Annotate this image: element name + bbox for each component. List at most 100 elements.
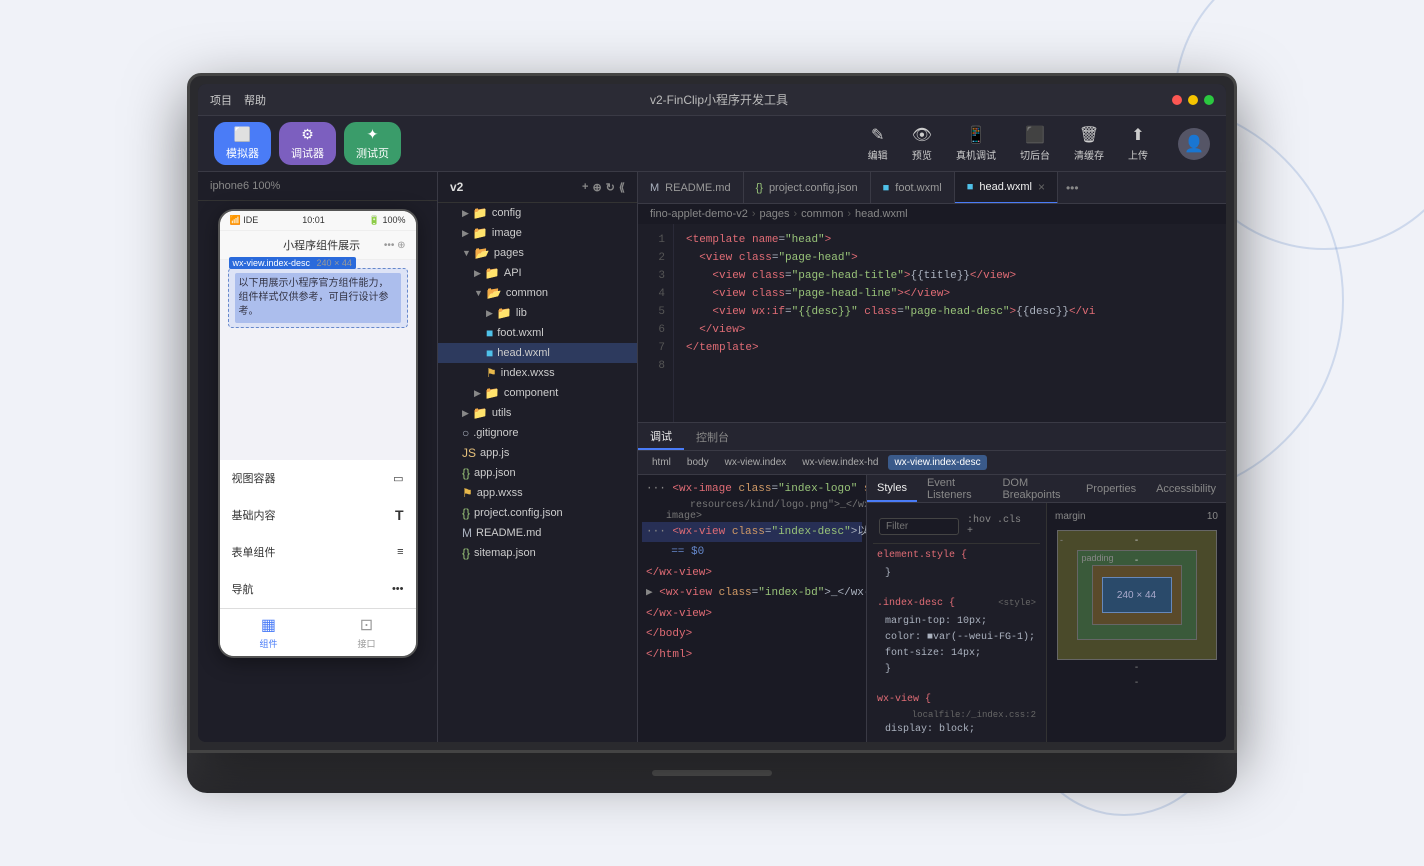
tree-item-image[interactable]: ▶ 📁 image bbox=[438, 223, 637, 243]
phone-content: wx-view.index-desc 240 × 44 以下用展示小程序官方组件… bbox=[220, 260, 416, 460]
html-tree-row-close-wx-view[interactable]: </wx-view> bbox=[642, 604, 862, 625]
list-item-1[interactable]: 基础内容 T bbox=[220, 497, 416, 533]
device-debug-label: 真机调试 bbox=[956, 147, 996, 162]
edit-icon: ✎ bbox=[871, 125, 884, 145]
html-tree-row-close-body[interactable]: </body> bbox=[642, 624, 862, 645]
phone-statusbar: 📶 IDE 10:01 🔋 100% bbox=[220, 211, 416, 231]
folder-icon: 📂 bbox=[475, 246, 490, 260]
tab-foot-wxml[interactable]: ■ foot.wxml bbox=[871, 172, 955, 204]
background-action[interactable]: ⬛ 切后台 bbox=[1010, 121, 1060, 166]
styles-tab-styles[interactable]: Styles bbox=[867, 475, 917, 502]
styles-tab-event-listeners[interactable]: Event Listeners bbox=[917, 475, 992, 502]
bottom-tab-inspector[interactable]: 调试 bbox=[638, 423, 684, 450]
upload-action[interactable]: ⬆ 上传 bbox=[1118, 121, 1158, 166]
tree-item-project-config[interactable]: {} project.config.json bbox=[438, 503, 637, 523]
tree-item-app-wxss[interactable]: ⚑ app.wxss bbox=[438, 483, 637, 503]
list-item-0[interactable]: 视图容器 ▭ bbox=[220, 460, 416, 496]
code-line-2: <view class="page-head"> bbox=[686, 250, 1214, 268]
json-file-icon: {} bbox=[462, 506, 470, 520]
tab-interface[interactable]: ⊡ 接口 bbox=[357, 615, 375, 650]
app-title: v2-FinClip小程序开发工具 bbox=[282, 91, 1156, 108]
debugger-icon: ⚙ bbox=[301, 126, 314, 143]
list-item-3[interactable]: 导航 ••• bbox=[220, 571, 416, 607]
tree-item-pages[interactable]: ▼ 📂 pages bbox=[438, 243, 637, 263]
tab-close-button[interactable]: × bbox=[1038, 180, 1045, 194]
styles-tab-accessibility[interactable]: Accessibility bbox=[1146, 475, 1226, 502]
tree-item-app-json[interactable]: {} app.json bbox=[438, 463, 637, 483]
list-item-2[interactable]: 表单组件 ≡ bbox=[220, 534, 416, 570]
clear-cache-icon: 🗑 bbox=[1079, 125, 1099, 145]
tree-item-common[interactable]: ▼ 📂 common bbox=[438, 283, 637, 303]
json-file-icon: {} bbox=[462, 466, 470, 480]
tree-item-readme[interactable]: M README.md bbox=[438, 523, 637, 543]
styles-tab-dom-breakpoints[interactable]: DOM Breakpoints bbox=[992, 475, 1076, 502]
html-tree-row-0[interactable]: ··· <wx-image class="index-logo" src="..… bbox=[642, 479, 862, 500]
minimize-button[interactable] bbox=[1188, 95, 1198, 105]
device-debug-action[interactable]: 📱 真机调试 bbox=[946, 121, 1006, 166]
el-tag-wx-view-index-desc[interactable]: wx-view.index-desc bbox=[888, 455, 986, 470]
simulator-button[interactable]: ⬜ 模拟器 bbox=[214, 122, 271, 165]
folder-icon: 📁 bbox=[485, 266, 500, 280]
app-toolbar: ⬜ 模拟器 ⚙ 调试器 ✦ 测试页 ✎ 编辑 bbox=[198, 116, 1226, 172]
simulator-icon: ⬜ bbox=[234, 126, 251, 143]
menu-item-project[interactable]: 项目 bbox=[210, 92, 232, 108]
el-tag-wx-view-index-hd[interactable]: wx-view.index-hd bbox=[796, 455, 884, 470]
bottom-tab-console[interactable]: 控制台 bbox=[684, 423, 741, 450]
tree-item-index-wxss[interactable]: ⚑ index.wxss bbox=[438, 363, 637, 383]
box-padding: 240 × 44 bbox=[1092, 565, 1182, 625]
code-line-3: <view class="page-head-title">{{title}}<… bbox=[686, 268, 1214, 286]
tree-item-component[interactable]: ▶ 📁 component bbox=[438, 383, 637, 403]
tree-item-head-wxml[interactable]: ■ head.wxml bbox=[438, 343, 637, 363]
filter-pseudo[interactable]: :hov .cls + bbox=[963, 513, 1034, 539]
close-button[interactable] bbox=[1172, 95, 1182, 105]
editor-panel: M README.md {} project.config.json ■ foo… bbox=[638, 172, 1226, 742]
html-tree[interactable]: ··· <wx-image class="index-logo" src="..… bbox=[638, 475, 866, 742]
clear-cache-action[interactable]: 🗑 清缓存 bbox=[1064, 121, 1114, 166]
tab-readme[interactable]: M README.md bbox=[638, 172, 744, 204]
folder-icon: 📁 bbox=[473, 226, 488, 240]
menu-item-help[interactable]: 帮助 bbox=[244, 92, 266, 108]
tree-item-sitemap[interactable]: {} sitemap.json bbox=[438, 543, 637, 563]
styles-content: :hov .cls + element.style { } bbox=[867, 503, 1226, 742]
html-tree-row-selected[interactable]: ··· <wx-view class="index-desc">以下用展示小程序… bbox=[642, 522, 862, 543]
tree-item-config[interactable]: ▶ 📁 config bbox=[438, 203, 637, 223]
tab-head-wxml[interactable]: ■ head.wxml × bbox=[955, 172, 1058, 204]
code-content[interactable]: <template name="head"> <view class="page… bbox=[674, 224, 1226, 422]
user-avatar[interactable]: 👤 bbox=[1178, 128, 1210, 160]
el-tag-wx-view-index[interactable]: wx-view.index bbox=[719, 455, 793, 470]
maximize-button[interactable] bbox=[1204, 95, 1214, 105]
filter-input[interactable] bbox=[879, 518, 959, 535]
tree-item-foot-wxml[interactable]: ■ foot.wxml bbox=[438, 323, 637, 343]
debugger-button[interactable]: ⚙ 调试器 bbox=[279, 122, 336, 165]
tree-item-lib[interactable]: ▶ 📁 lib bbox=[438, 303, 637, 323]
testpage-button[interactable]: ✦ 测试页 bbox=[344, 122, 401, 165]
tab-more[interactable]: ••• bbox=[1058, 181, 1087, 195]
simulator-area: 📶 IDE 10:01 🔋 100% 小程序组件展示 ••• ⊕ bbox=[198, 201, 437, 742]
new-folder-icon[interactable]: ⊕ bbox=[592, 181, 601, 194]
tree-item-app-js[interactable]: JS app.js bbox=[438, 443, 637, 463]
tree-item-gitignore[interactable]: ○ .gitignore bbox=[438, 423, 637, 443]
status-time: 10:01 bbox=[302, 215, 325, 226]
new-file-icon[interactable]: + bbox=[582, 181, 588, 194]
tab-project-config[interactable]: {} project.config.json bbox=[744, 172, 871, 204]
folder-icon: 📁 bbox=[497, 306, 512, 320]
collapse-icon[interactable]: ⟪ bbox=[619, 181, 625, 194]
background-icon: ⬛ bbox=[1025, 125, 1045, 145]
tree-item-api[interactable]: ▶ 📁 API bbox=[438, 263, 637, 283]
el-tag-html[interactable]: html bbox=[646, 455, 677, 470]
html-tree-row-close-view[interactable]: </wx-view> bbox=[642, 563, 862, 584]
refresh-icon[interactable]: ↻ bbox=[606, 181, 615, 194]
html-tree-row-close-html[interactable]: </html> bbox=[642, 645, 862, 666]
html-tree-row-index-bd[interactable]: ▶ <wx-view class="index-bd">_</wx-view> bbox=[642, 583, 862, 604]
element-highlight: wx-view.index-desc 240 × 44 以下用展示小程序官方组件… bbox=[228, 268, 408, 328]
styles-tab-properties[interactable]: Properties bbox=[1076, 475, 1146, 502]
code-area: 12345678 <template name="head"> <view cl… bbox=[638, 224, 1226, 422]
code-line-4: <view class="page-head-line"></view> bbox=[686, 286, 1214, 304]
el-tag-body[interactable]: body bbox=[681, 455, 715, 470]
tree-item-utils[interactable]: ▶ 📁 utils bbox=[438, 403, 637, 423]
edit-action[interactable]: ✎ 编辑 bbox=[858, 121, 898, 166]
styles-tabs: Styles Event Listeners DOM Breakpoints P… bbox=[867, 475, 1226, 503]
preview-label: 预览 bbox=[912, 147, 932, 162]
tab-component[interactable]: ▦ 组件 bbox=[259, 615, 277, 650]
preview-action[interactable]: 👁 预览 bbox=[902, 121, 942, 166]
